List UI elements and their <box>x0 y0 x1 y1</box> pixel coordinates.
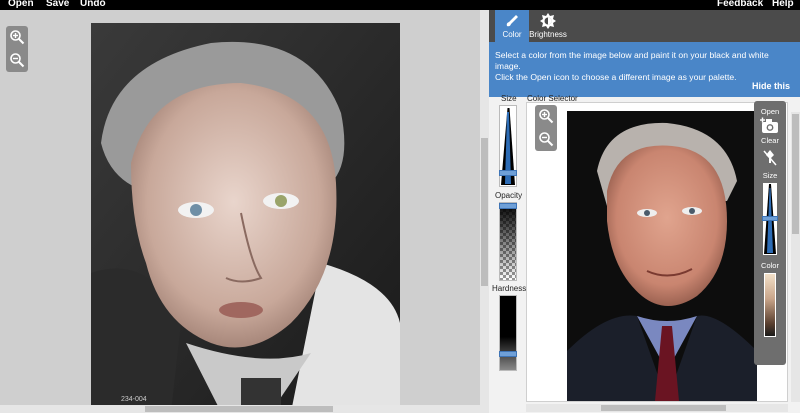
color-tool-label: Color <box>761 261 779 270</box>
menu-bar: Open Save Undo Feedback Help <box>0 0 800 10</box>
save-menu[interactable]: Save <box>46 0 69 9</box>
open-menu[interactable]: Open <box>8 0 34 9</box>
bw-photo-canvas[interactable]: 234-004 <box>91 23 400 412</box>
banner-line-2: Click the Open icon to choose a differen… <box>495 72 737 82</box>
tab-brightness-label: Brightness <box>529 30 567 39</box>
palette-toolstrip: Open Clear Size Color <box>754 101 786 365</box>
palette-zoom-controls <box>535 105 557 151</box>
feedback-menu[interactable]: Feedback <box>717 0 763 9</box>
palette-vertical-scrollbar[interactable] <box>791 112 800 402</box>
help-menu[interactable]: Help <box>772 0 794 9</box>
color-swatch <box>764 273 776 337</box>
brush-icon <box>506 15 518 27</box>
tab-color-label: Color <box>502 30 522 39</box>
size-slider[interactable] <box>499 105 517 187</box>
size-slider-handle[interactable] <box>499 170 517 176</box>
color-selector-panel: Open Clear Size Color <box>526 101 788 402</box>
size-label: Size <box>501 94 517 103</box>
hardness-slider-handle[interactable] <box>499 351 517 357</box>
tab-color[interactable]: Color <box>495 10 529 42</box>
palette-horizontal-scrollbar[interactable] <box>526 404 788 412</box>
palette-zoom-out-icon[interactable] <box>538 131 554 147</box>
palette-photo[interactable] <box>567 111 757 401</box>
clear-tool-label[interactable]: Clear <box>754 136 786 145</box>
scroll-thumb[interactable] <box>792 114 799 234</box>
opacity-slider[interactable] <box>499 202 517 281</box>
opacity-slider-handle[interactable] <box>499 203 517 209</box>
hide-this-link[interactable]: Hide this <box>752 81 790 92</box>
zoom-out-icon[interactable] <box>9 52 25 68</box>
opacity-gradient <box>500 203 516 280</box>
hardness-slider[interactable] <box>499 295 517 371</box>
opacity-label: Opacity <box>495 191 523 200</box>
tool-tabs: Color Brightness <box>489 10 800 42</box>
undo-menu[interactable]: Undo <box>80 0 106 9</box>
scroll-thumb[interactable] <box>601 405 726 411</box>
open-tool-label[interactable]: Open <box>754 107 786 116</box>
canvas-horizontal-scrollbar[interactable] <box>0 405 480 413</box>
brightness-icon <box>540 13 556 29</box>
palette-size-slider[interactable] <box>762 183 778 255</box>
canvas-vertical-scrollbar[interactable] <box>480 10 489 413</box>
instruction-banner: Select a color from the image below and … <box>489 42 800 97</box>
size-tool-label: Size <box>762 171 778 180</box>
scroll-thumb[interactable] <box>481 138 488 286</box>
canvas-pane: 234-004 <box>0 10 480 413</box>
clear-pin-icon[interactable] <box>762 149 778 167</box>
scroll-thumb[interactable] <box>145 406 333 412</box>
palette-zoom-in-icon[interactable] <box>538 108 554 124</box>
palette-size-handle[interactable] <box>762 216 778 221</box>
svg-text:234-004: 234-004 <box>121 396 147 403</box>
zoom-in-icon[interactable] <box>9 29 25 45</box>
tool-panel: Color Brightness Select a color from the… <box>489 10 800 413</box>
zoom-controls <box>6 26 28 72</box>
camera-icon[interactable] <box>760 117 780 135</box>
banner-line-1: Select a color from the image below and … <box>495 50 769 71</box>
hardness-label: Hardness <box>492 284 527 293</box>
tab-brightness[interactable]: Brightness <box>529 10 567 42</box>
